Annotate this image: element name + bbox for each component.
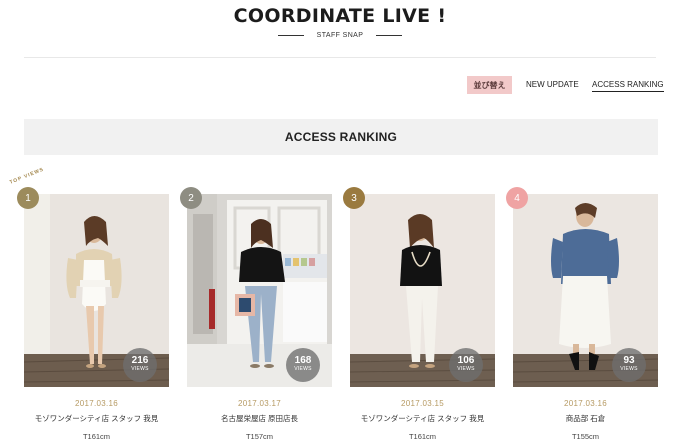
views-label: VIEWS [131,366,149,372]
top-views-text: TOP VIEWS [8,166,46,186]
staff-height: T161cm [408,432,437,441]
sort-access-ranking-link[interactable]: ACCESS RANKING [592,80,664,92]
views-badge: 106 VIEWS [449,348,483,382]
views-count: 168 [294,355,312,366]
top-views-label: TOP VIEWS [8,167,54,192]
subtitle-line-left [277,34,304,36]
rank-number: 3 [351,192,357,204]
sort-label-badge: 並び替え [467,76,512,94]
header-divider [24,57,656,58]
coordinate-card[interactable]: 1 216 VIEWS 2017.03.16 モゾワンダーシティ店 スタッフ 我… [17,187,169,446]
sort-controls: 並び替え NEW UPDATE ACCESS RANKING [0,76,680,96]
staff-shop-name: 名古屋栄屋店 原田店長 [220,414,299,423]
page-title: COORDINATE LIVE ! [233,5,447,27]
rank-number: 1 [25,192,31,204]
coordinate-card[interactable]: 2 168 VIEWS 2017.03.17 名古屋栄屋店 原田店長 T157c… [180,187,332,446]
page-header: COORDINATE LIVE ! STAFF SNAP [0,0,680,58]
subtitle-line-right [376,34,403,36]
views-count: 93 [623,355,635,366]
views-label: VIEWS [294,366,312,372]
rank-number: 4 [514,192,520,204]
views-badge: 93 VIEWS [612,348,646,382]
post-date: 2017.03.17 [237,399,282,408]
rank-badge: 2 [180,187,202,209]
views-count: 216 [131,355,149,366]
rank-badge: 3 [343,187,365,209]
post-date: 2017.03.16 [563,399,608,408]
sort-new-update-link[interactable]: NEW UPDATE [526,80,579,89]
views-count: 106 [457,355,475,366]
staff-height: T155cm [571,432,600,441]
views-badge: 168 VIEWS [286,348,320,382]
rank-badge: 4 [506,187,528,209]
views-label: VIEWS [457,366,475,372]
staff-shop-name: モゾワンダーシティ店 スタッフ 我見 [360,414,485,423]
post-date: 2017.03.15 [400,399,445,408]
staff-shop-name: モゾワンダーシティ店 スタッフ 我見 [34,414,159,423]
section-header-bar: ACCESS RANKING [24,119,658,155]
subtitle-text: STAFF SNAP [316,31,364,39]
page-subtitle: STAFF SNAP [0,29,680,41]
views-label: VIEWS [620,366,638,372]
post-date: 2017.03.16 [74,399,119,408]
section-title: ACCESS RANKING [284,130,398,144]
coordinate-card[interactable]: 3 106 VIEWS 2017.03.15 モゾワンダーシティ店 スタッフ 我… [343,187,495,446]
staff-height: T157cm [245,432,274,441]
staff-height: T161cm [82,432,111,441]
coordinate-card[interactable]: 4 93 VIEWS 2017.03.16 商品部 石倉 T155cm [506,187,658,446]
staff-shop-name: 商品部 石倉 [565,414,606,423]
views-badge: 216 VIEWS [123,348,157,382]
rank-number: 2 [188,192,194,204]
